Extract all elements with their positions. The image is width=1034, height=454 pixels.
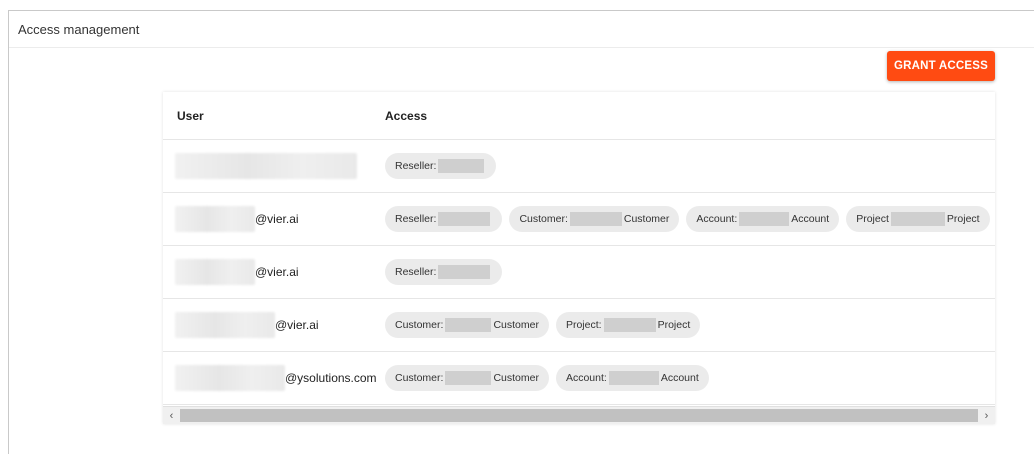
redacted-value	[445, 371, 492, 385]
redacted-value	[438, 159, 485, 173]
redacted-value	[438, 212, 491, 226]
chip-suffix: Project	[946, 213, 980, 225]
access-chip[interactable]: Reseller:	[385, 206, 503, 232]
chip-prefix: Project	[856, 213, 889, 225]
column-header-access: Access	[385, 108, 428, 123]
table-header: User Access	[163, 92, 995, 140]
table-row[interactable]: @vier.ai Customer: Customer Project: Pro…	[163, 299, 995, 352]
user-email-suffix: @vier.ai	[255, 212, 299, 226]
user-email-suffix: @vier.ai	[255, 265, 299, 279]
column-header-user: User	[177, 108, 204, 123]
access-chip[interactable]: Customer: Customer	[385, 312, 549, 338]
chip-prefix: Account:	[565, 372, 607, 384]
user-email-suffix: @ysolutions.com	[285, 371, 377, 385]
user-cell: @vier.ai	[163, 193, 385, 245]
chip-prefix: Customer:	[519, 213, 568, 225]
table-row[interactable]: @ysolutions.com Customer: Customer Accou…	[163, 352, 995, 405]
redacted-value	[445, 318, 492, 332]
redacted-user	[175, 153, 357, 179]
user-cell	[163, 140, 385, 192]
table-row[interactable]: @vier.ai Reseller:	[163, 246, 995, 299]
access-chip[interactable]: Reseller:	[385, 153, 497, 179]
access-cell: Customer: Customer Project: Project	[385, 312, 701, 338]
user-cell: @ysolutions.com	[163, 352, 385, 404]
access-cell: Reseller:	[385, 153, 497, 179]
page-header: Access management	[9, 11, 1034, 48]
grant-access-button[interactable]: GRANT ACCESS	[887, 51, 995, 81]
access-cell: Reseller: Customer: Customer Account: Ac…	[385, 206, 990, 232]
access-chip[interactable]: Customer: Customer	[385, 365, 549, 391]
chip-suffix: Customer	[493, 319, 539, 331]
access-chip[interactable]: Project Project	[846, 206, 990, 232]
redacted-user	[175, 365, 285, 391]
access-cell: Reseller:	[385, 259, 503, 285]
user-email-suffix: @vier.ai	[275, 318, 319, 332]
chip-suffix: Project	[657, 319, 691, 331]
redacted-value	[739, 212, 790, 226]
chip-suffix: Account	[791, 213, 830, 225]
scrollbar-thumb[interactable]	[180, 409, 978, 422]
access-chip[interactable]: Account: Account	[555, 365, 709, 391]
redacted-value	[890, 212, 945, 226]
table-row[interactable]: @vier.ai Reseller: Customer: Customer Ac…	[163, 193, 995, 246]
chip-prefix: Reseller:	[395, 213, 437, 225]
access-chip[interactable]: Customer: Customer	[509, 206, 680, 232]
user-cell: @vier.ai	[163, 299, 385, 351]
page-title: Access management	[18, 21, 140, 37]
horizontal-scrollbar[interactable]: ‹ ›	[163, 406, 995, 424]
user-cell: @vier.ai	[163, 246, 385, 298]
chip-prefix: Account:	[696, 213, 738, 225]
chip-suffix: Customer	[493, 372, 539, 384]
chip-prefix: Reseller:	[395, 160, 437, 172]
access-cell: Customer: Customer Account: Account	[385, 365, 709, 391]
chip-suffix: Customer	[623, 213, 670, 225]
table-row[interactable]: Reseller:	[163, 140, 995, 193]
access-chip[interactable]: Reseller:	[385, 259, 503, 285]
redacted-value	[603, 318, 656, 332]
chip-suffix: Account	[660, 372, 699, 384]
redacted-value	[569, 212, 622, 226]
chip-prefix: Customer:	[395, 372, 444, 384]
redacted-user	[175, 206, 255, 232]
redacted-user	[175, 312, 275, 338]
chip-prefix: Customer:	[395, 319, 444, 331]
redacted-value	[608, 371, 659, 385]
redacted-user	[175, 259, 255, 285]
redacted-value	[438, 265, 491, 279]
scroll-right-icon[interactable]: ›	[978, 407, 995, 424]
access-chip[interactable]: Project: Project	[555, 312, 701, 338]
chip-prefix: Project:	[565, 319, 602, 331]
chip-prefix: Reseller:	[395, 266, 437, 278]
scroll-left-icon[interactable]: ‹	[163, 407, 180, 424]
access-chip[interactable]: Account: Account	[686, 206, 840, 232]
access-table: User Access Reseller: @vier.ai Reseller:…	[163, 92, 995, 424]
